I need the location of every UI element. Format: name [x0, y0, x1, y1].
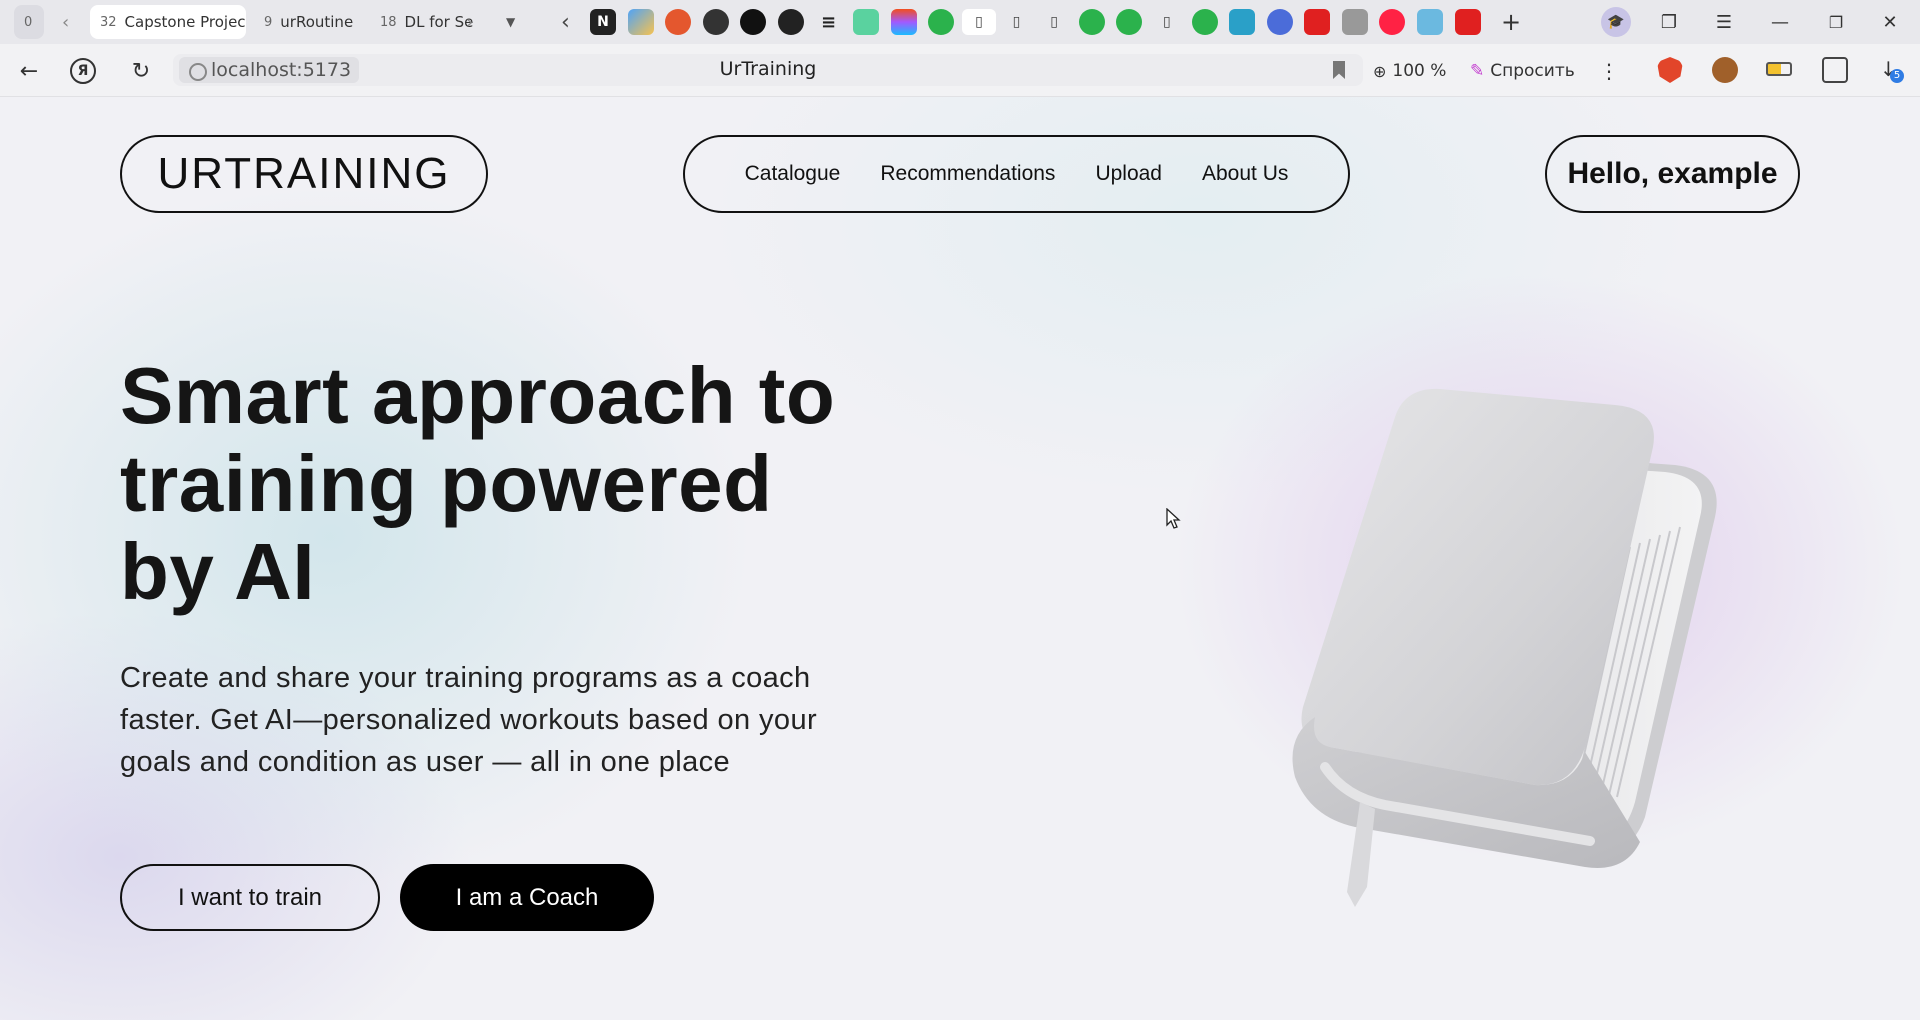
bluesky-icon[interactable]	[1266, 9, 1293, 35]
youtube-icon[interactable]	[1454, 9, 1481, 35]
want-to-train-button[interactable]: I want to train	[120, 864, 380, 931]
menu-icon[interactable]: ☰	[1710, 8, 1738, 36]
downloads-badge: 5	[1890, 69, 1904, 83]
file-icon[interactable]: ▯	[1041, 9, 1067, 35]
main-nav: Catalogue Recommendations Upload About U…	[683, 135, 1350, 213]
tab-urroutine[interactable]: 9 urRoutine	[254, 5, 364, 39]
zoom-icon: ⊕	[1373, 61, 1387, 81]
hero-title-line: Smart approach to	[120, 351, 836, 440]
downloads-icon[interactable]: ↓ 5	[1876, 57, 1904, 83]
restore-icon[interactable]: ❐	[1822, 8, 1850, 36]
dev-icon[interactable]	[853, 9, 880, 35]
hero-subtitle-line: Create and share your training programs …	[120, 662, 811, 694]
file-icon[interactable]: ▯	[1004, 9, 1030, 35]
file-icon[interactable]: ▯	[1154, 9, 1180, 35]
reload-icon[interactable]: ↻	[126, 56, 156, 86]
notion-icon[interactable]: N	[590, 9, 616, 35]
figma-icon[interactable]	[890, 9, 917, 35]
page-title: UrTraining	[719, 58, 817, 80]
app-icon[interactable]	[1417, 9, 1444, 35]
app-icon[interactable]	[627, 9, 654, 35]
hero-subtitle-line: goals and condition as user — all in one…	[120, 746, 731, 778]
browser-toolbar: ← Я ↻ localhost:5173 UrTraining ⊕ 100 % …	[0, 44, 1920, 97]
site-logo[interactable]: URTRAINING	[120, 135, 488, 213]
new-tab-plus-icon[interactable]: +	[1497, 8, 1525, 36]
shield-extension-icon[interactable]	[1657, 57, 1683, 83]
github-icon[interactable]	[740, 9, 767, 35]
yandex-home-icon[interactable]: Я	[70, 58, 96, 84]
nav-recommendations[interactable]: Recommendations	[880, 162, 1055, 186]
feedly-icon[interactable]	[1191, 9, 1218, 35]
hero-title: Smart approach to training powered by AI	[120, 352, 1020, 616]
mouse-cursor-icon	[1166, 508, 1181, 529]
page-content: URTRAINING Catalogue Recommendations Upl…	[0, 97, 1920, 1020]
hero-subtitle: Create and share your training programs …	[120, 657, 940, 783]
ask-chat-icon: ✎	[1470, 61, 1485, 81]
book-illustration	[1292, 388, 1717, 907]
file-icon[interactable]: ▯	[961, 9, 996, 35]
hero-title-line: by AI	[120, 527, 316, 616]
openai-icon[interactable]	[777, 9, 804, 35]
yandex-icon[interactable]	[1379, 9, 1406, 35]
nav-about-us[interactable]: About Us	[1202, 162, 1288, 186]
tab-title: Capstone Projec	[124, 13, 246, 31]
cookie-extension-icon[interactable]	[1712, 57, 1738, 83]
badge-icon[interactable]	[1229, 9, 1256, 35]
collections-icon[interactable]: ❐	[1655, 8, 1683, 36]
minimize-icon[interactable]: —	[1766, 8, 1794, 36]
zoom-indicator[interactable]: ⊕ 100 %	[1373, 56, 1446, 86]
browser-tab-bar: 0 ‹ 32 Capstone Projec 9 urRoutine 18 DL…	[0, 0, 1920, 44]
tab-title: urRoutine	[280, 13, 354, 31]
user-greeting-button[interactable]: Hello, example	[1545, 135, 1800, 213]
battery-extension-icon[interactable]	[1766, 62, 1792, 76]
tabs-scroll-right-icon[interactable]: ›	[466, 5, 486, 39]
more-vertical-icon[interactable]: ⋮	[1594, 56, 1624, 86]
app-icon[interactable]	[1341, 9, 1368, 35]
lines-icon[interactable]: ≡	[816, 9, 842, 35]
graduation-cap-icon: 🎓	[1607, 14, 1625, 30]
hero-title-line: training powered	[120, 439, 773, 528]
tab-title: DL for Se	[404, 13, 474, 31]
opera-icon[interactable]	[665, 9, 692, 35]
ask-button[interactable]: ✎ Спросить	[1470, 56, 1575, 86]
tab-capstone[interactable]: 32 Capstone Projec	[90, 5, 246, 39]
close-icon[interactable]: ✕	[1876, 8, 1904, 36]
feedly-icon[interactable]	[1116, 9, 1143, 35]
feedly-icon[interactable]	[1078, 9, 1105, 35]
tabs-scroll-left-icon[interactable]: ‹	[54, 5, 84, 39]
hero-subtitle-line: faster. Get AI—personalized workouts bas…	[120, 704, 818, 736]
favicons-scroll-left-icon[interactable]: ‹	[555, 5, 581, 39]
reader-icon[interactable]	[1822, 57, 1848, 83]
github-outline-icon[interactable]	[702, 9, 729, 35]
tab-group-0[interactable]: 0	[14, 5, 44, 39]
profile-avatar[interactable]: 🎓	[1601, 7, 1631, 37]
youtube-icon[interactable]	[1304, 9, 1331, 35]
nav-catalogue[interactable]: Catalogue	[745, 162, 841, 186]
pinned-favicons: N ≡ ▯ ▯ ▯ ▯	[590, 9, 1492, 35]
feedly-icon[interactable]	[928, 9, 955, 35]
address-bar[interactable]: localhost:5173 UrTraining	[173, 54, 1363, 86]
nav-upload[interactable]: Upload	[1095, 162, 1162, 186]
back-arrow-icon[interactable]: ←	[14, 56, 44, 86]
i-am-coach-button[interactable]: I am a Coach	[400, 864, 654, 931]
tab-list-chevron-down-icon[interactable]: ▼	[500, 5, 526, 39]
